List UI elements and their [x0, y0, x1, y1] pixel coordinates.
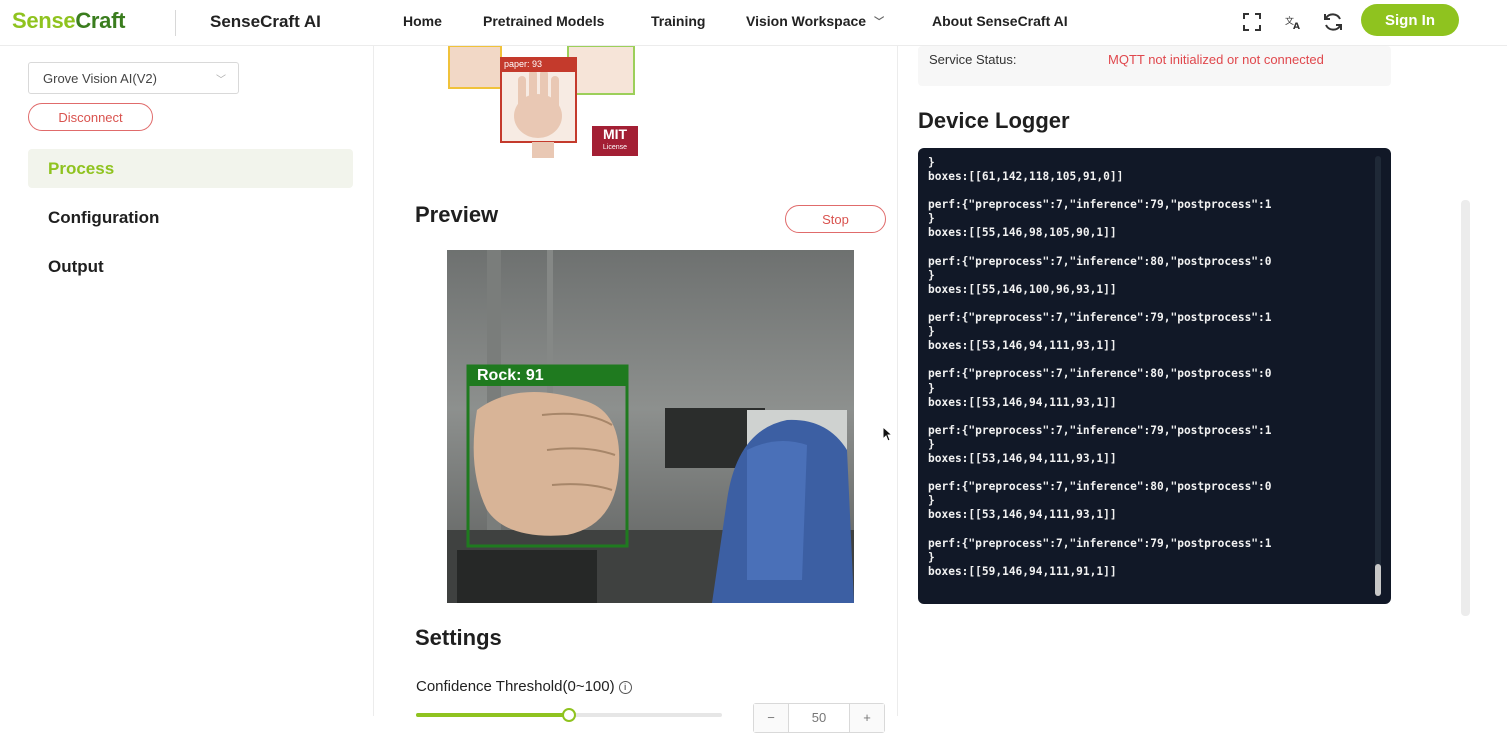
log-line: boxes:[[53,146,94,111,93,1]] [928, 508, 1117, 522]
top-nav-bar: SenseCraft SenseCraft AI Home Pretrained… [0, 0, 1507, 46]
log-line: boxes:[[61,142,118,105,91,0]] [928, 170, 1124, 184]
app-title: SenseCraft AI [210, 12, 321, 31]
sensecraft-logo[interactable]: SenseCraft [12, 8, 125, 34]
nav-vision-workspace-label: Vision Workspace [746, 13, 867, 29]
logger-scrollbar[interactable] [1375, 156, 1381, 596]
log-line: boxes:[[55,146,100,96,93,1]] [928, 282, 1117, 296]
log-line: perf:{"preprocess":7,"inference":79,"pos… [928, 311, 1272, 325]
confidence-slider-thumb[interactable] [562, 708, 576, 722]
chevron-down-icon: ﹀ [874, 17, 885, 28]
svg-text:A: A [1293, 22, 1300, 31]
log-line: } [928, 325, 935, 339]
confidence-threshold-text: Confidence Threshold(0~100) [416, 678, 615, 695]
fullscreen-icon[interactable] [1240, 10, 1264, 34]
info-icon[interactable]: i [618, 681, 632, 694]
service-status-value: MQTT not initialized or not connected [1108, 52, 1324, 67]
log-line: } [928, 550, 935, 564]
log-line: boxes:[[53,146,94,111,93,1]] [928, 451, 1117, 465]
sign-in-button[interactable]: Sign In [1361, 4, 1459, 36]
nav-about[interactable]: About SenseCraft AI [932, 13, 1068, 29]
log-line: } [928, 494, 935, 508]
confidence-slider[interactable] [416, 708, 722, 722]
settings-title: Settings [415, 625, 502, 650]
service-status-label: Service Status: [929, 52, 1017, 67]
log-line: perf:{"preprocess":7,"inference":79,"pos… [928, 423, 1272, 437]
device-select-value: Grove Vision AI(V2) [43, 71, 157, 86]
nav-pretrained-models[interactable]: Pretrained Models [483, 13, 604, 29]
log-line: perf:{"preprocess":7,"inference":79,"pos… [928, 536, 1272, 550]
translate-icon[interactable]: 文A [1282, 10, 1306, 34]
stepper-increment-button[interactable]: + [850, 704, 884, 732]
log-line: } [928, 381, 935, 395]
log-line: perf:{"preprocess":7,"inference":80,"pos… [928, 480, 1272, 494]
log-line: perf:{"preprocess":7,"inference":79,"pos… [928, 198, 1272, 212]
device-select[interactable]: Grove Vision AI(V2) ﹀ [28, 62, 239, 94]
camera-preview: Rock: 91 [447, 250, 854, 603]
device-logger-title: Device Logger [918, 108, 1070, 133]
disconnect-button[interactable]: Disconnect [28, 103, 153, 131]
stepper-value[interactable]: 50 [788, 704, 850, 732]
log-line: boxes:[[55,146,98,105,90,1]] [928, 226, 1117, 240]
detection-label: Rock: 91 [477, 367, 544, 384]
preview-title: Preview [415, 202, 499, 227]
mouse-cursor-icon [882, 425, 894, 447]
logger-output: } boxes:[[61,142,118,105,91,0]] perf:{"pr… [928, 156, 1272, 579]
stop-button[interactable]: Stop [785, 205, 886, 233]
chevron-down-icon: ﹀ [216, 75, 226, 86]
confidence-threshold-label: Confidence Threshold(0~100) i [416, 678, 632, 695]
model-sample-image: paper: 93 MIT License [436, 45, 646, 158]
mit-license-badge-sub: License [602, 144, 628, 151]
sidebar-item-process[interactable]: Process [28, 149, 353, 188]
logo-divider [175, 10, 176, 36]
page-scrollbar[interactable] [1461, 200, 1470, 616]
mit-license-badge: MIT [602, 126, 628, 142]
log-line: } [928, 268, 935, 282]
sidebar: Grove Vision AI(V2) ﹀ Disconnect Process… [0, 46, 374, 716]
sidebar-item-output[interactable]: Output [28, 247, 353, 286]
confidence-slider-fill [416, 713, 569, 717]
refresh-icon[interactable] [1321, 10, 1345, 34]
log-line: boxes:[[53,146,94,111,93,1]] [928, 339, 1117, 353]
nav-training[interactable]: Training [651, 13, 705, 29]
log-line: } [928, 212, 935, 226]
nav-home[interactable]: Home [403, 13, 442, 29]
stepper-decrement-button[interactable]: − [754, 704, 788, 732]
confidence-stepper[interactable]: − 50 + [753, 703, 885, 733]
nav-vision-workspace[interactable]: Vision Workspace ﹀ [746, 13, 884, 29]
logo-text-craft: Craft [75, 8, 126, 33]
log-line: boxes:[[53,146,94,111,93,1]] [928, 395, 1117, 409]
sidebar-item-configuration[interactable]: Configuration [28, 198, 353, 237]
log-line: perf:{"preprocess":7,"inference":80,"pos… [928, 254, 1272, 268]
sample-detection-label: paper: 93 [504, 59, 543, 69]
log-line: perf:{"preprocess":7,"inference":80,"pos… [928, 367, 1272, 381]
device-logger[interactable]: } boxes:[[61,142,118,105,91,0]] perf:{"pr… [918, 148, 1391, 604]
logger-scrollbar-thumb[interactable] [1375, 564, 1381, 596]
log-line: boxes:[[59,146,94,111,91,1]] [928, 564, 1117, 578]
logo-text-sense: Sense [12, 8, 76, 33]
log-line: } [928, 437, 935, 451]
log-line: } [928, 156, 935, 169]
